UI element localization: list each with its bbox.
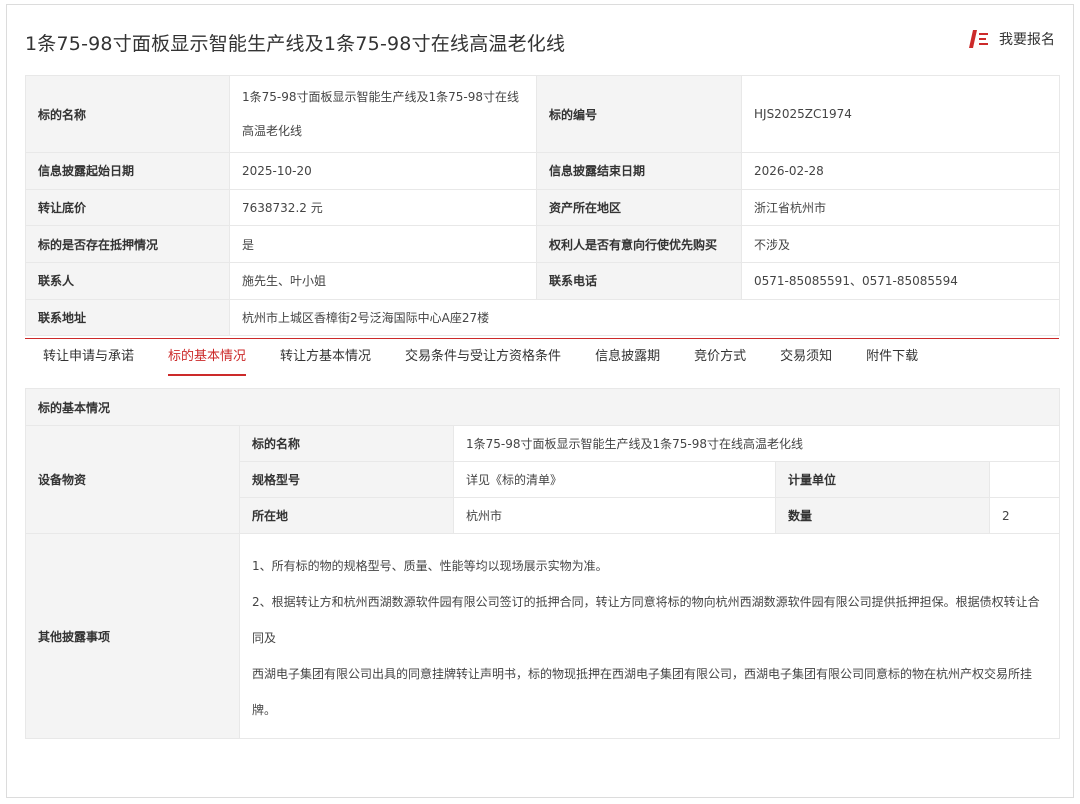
quantity-label: 数量	[775, 497, 990, 534]
phone-value: 0571-85085591、0571-85085594	[741, 262, 1060, 300]
disclosure-end-label: 信息披露结束日期	[536, 152, 742, 190]
disclosure-end-value: 2026-02-28	[741, 152, 1060, 190]
other-disclosure-label: 其他披露事项	[25, 533, 240, 739]
spec-label: 规格型号	[239, 461, 454, 498]
signup-label: 我要报名	[999, 32, 1055, 48]
item-name-label: 标的名称	[239, 425, 454, 462]
other-disclosure-content: 1、所有标的物的规格型号、质量、性能等均以现场展示实物为准。 2、根据转让方和杭…	[238, 533, 1061, 739]
unit-label: 计量单位	[775, 461, 990, 498]
reserve-price-value: 7638732.2 元	[229, 188, 537, 227]
asset-region-value: 浙江省杭州市	[741, 188, 1060, 227]
mortgage-label: 标的是否存在抵押情况	[25, 225, 230, 264]
mortgage-value: 是	[229, 225, 537, 264]
table-row: 联系人 施先生、叶小姐 联系电话 0571-85085591、0571-8508…	[25, 262, 1060, 300]
equipment-label: 设备物资	[25, 425, 240, 534]
disclosure-start-value: 2025-10-20	[229, 152, 537, 190]
table-row: 标的基本情况	[24, 388, 1061, 426]
note-line-2: 2、根据转让方和杭州西湖数源软件园有限公司签订的抵押合同，转让方同意将标的物向杭…	[252, 595, 1040, 645]
subject-name-label: 标的名称	[25, 75, 230, 153]
address-label: 联系地址	[25, 298, 230, 337]
spec-value: 详见《标的清单》	[453, 461, 776, 498]
phone-label: 联系电话	[536, 262, 742, 300]
table-row: 标的是否存在抵押情况 是 权利人是否有意向行使优先购买 不涉及	[25, 225, 1060, 264]
signup-icon	[967, 29, 989, 49]
tab-application-commitment[interactable]: 转让申请与承诺	[43, 339, 134, 381]
page-frame: 1条75-98寸面板显示智能生产线及1条75-98寸在线高温老化线 我要报名 标…	[6, 4, 1074, 798]
asset-region-label: 资产所在地区	[536, 188, 742, 227]
tab-transferor-info[interactable]: 转让方基本情况	[280, 339, 371, 381]
location-label: 所在地	[239, 497, 454, 534]
address-value: 杭州市上城区香樟街2号泛海国际中心A座27楼	[229, 298, 1060, 337]
preemption-label: 权利人是否有意向行使优先购买	[536, 225, 742, 264]
table-row: 设备物资 标的名称 1条75-98寸面板显示智能生产线及1条75-98寸在线高温…	[25, 425, 1061, 534]
unit-value	[988, 461, 1061, 498]
location-value: 杭州市	[453, 497, 776, 534]
subject-code-value: HJS2025ZC1974	[741, 75, 1060, 153]
detail-tabs: 转让申请与承诺 标的基本情况 转让方基本情况 交易条件与受让方资格条件 信息披露…	[25, 338, 1059, 380]
subject-basic-table: 标的基本情况 设备物资 标的名称 1条75-98寸面板显示智能生产线及1条75-…	[24, 388, 1061, 739]
tab-trade-conditions[interactable]: 交易条件与受让方资格条件	[405, 339, 561, 381]
disclosure-start-label: 信息披露起始日期	[25, 152, 230, 190]
subject-info-table: 标的名称 1条75-98寸面板显示智能生产线及1条75-98寸在线高温老化线 标…	[25, 75, 1060, 337]
table-row: 其他披露事项 1、所有标的物的规格型号、质量、性能等均以现场展示实物为准。 2、…	[25, 533, 1061, 739]
reserve-price-label: 转让底价	[25, 188, 230, 227]
note-line-3: 西湖电子集团有限公司出具的同意挂牌转让声明书，标的物现抵押在西湖电子集团有限公司…	[252, 667, 1033, 717]
table-row: 标的名称 1条75-98寸面板显示智能生产线及1条75-98寸在线高温老化线 标…	[25, 75, 1060, 153]
quantity-value: 2	[988, 497, 1061, 534]
contact-label: 联系人	[25, 262, 230, 300]
page-header: 1条75-98寸面板显示智能生产线及1条75-98寸在线高温老化线 我要报名	[7, 5, 1073, 73]
tab-bidding-method[interactable]: 竞价方式	[694, 339, 746, 381]
table-row: 联系地址 杭州市上城区香樟街2号泛海国际中心A座27楼	[25, 298, 1060, 337]
section-title: 标的基本情况	[24, 388, 1061, 426]
subject-name-value: 1条75-98寸面板显示智能生产线及1条75-98寸在线高温老化线	[229, 75, 537, 153]
signup-button[interactable]: 我要报名	[967, 29, 1055, 49]
page-title: 1条75-98寸面板显示智能生产线及1条75-98寸在线高温老化线	[25, 33, 566, 55]
preemption-value: 不涉及	[741, 225, 1060, 264]
note-line-1: 1、所有标的物的规格型号、质量、性能等均以现场展示实物为准。	[252, 559, 608, 573]
subject-code-label: 标的编号	[536, 75, 742, 153]
tab-attachments[interactable]: 附件下载	[866, 339, 918, 381]
item-name-value: 1条75-98寸面板显示智能生产线及1条75-98寸在线高温老化线	[452, 425, 1061, 462]
tab-trade-notice[interactable]: 交易须知	[780, 339, 832, 381]
table-row: 转让底价 7638732.2 元 资产所在地区 浙江省杭州市	[25, 188, 1060, 227]
contact-value: 施先生、叶小姐	[229, 262, 537, 300]
tab-disclosure-period[interactable]: 信息披露期	[595, 339, 660, 381]
tab-subject-basic-info[interactable]: 标的基本情况	[168, 339, 247, 381]
table-row: 信息披露起始日期 2025-10-20 信息披露结束日期 2026-02-28	[25, 152, 1060, 190]
